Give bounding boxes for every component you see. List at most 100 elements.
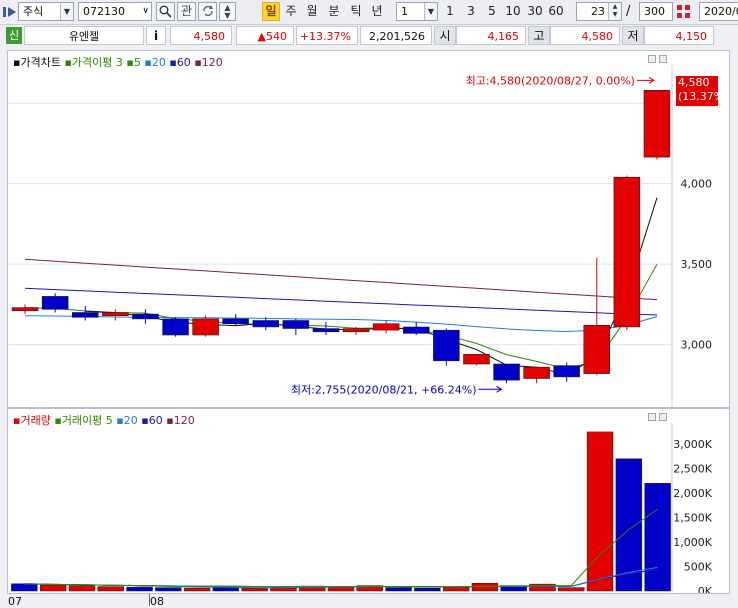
volume-bar [385,587,412,592]
chevron-down-icon[interactable]: ▼ [424,3,437,20]
candle [11,307,39,312]
volume-bar [68,585,96,592]
interval-60[interactable]: 60 [546,2,566,21]
candle [553,365,580,378]
price-change: ▲540 [236,26,294,45]
interval-select[interactable]: 1 ▼ [396,2,438,21]
period-tick[interactable]: 틱 [347,2,365,21]
y-tick-label: 3,000K [673,438,712,451]
volume-chart[interactable]: 3,000K 2,500K 2,000K 1,500K 1,000K 500K 0K [8,409,729,593]
volume-bar [39,584,67,592]
period-week[interactable]: 주 [282,2,300,21]
interval-1[interactable]: 1 [443,2,457,21]
interval-30[interactable]: 30 [525,2,545,21]
total-count-value: 300 [644,5,665,18]
candle [433,329,460,362]
candle [222,318,249,324]
inquiry-button[interactable]: 관 [177,2,196,21]
high-price: 4,580 [550,26,620,45]
interval-3[interactable]: 3 [464,2,478,21]
candle [342,328,370,333]
toolbar: 주식 ▼ 072130 ∨ 관 ▲ ▼ 일 주 월 분 틱 년 1 ▼ 1 3 5… [0,0,738,25]
view-count-input[interactable]: 23 ▲ ▼ [576,2,622,21]
volume-bar [11,583,38,592]
y-tick-label: 3,000 [681,339,713,352]
low-label: 저 [622,26,644,45]
ma60-line [24,287,658,316]
y-tick-label: 2,000K [673,487,712,500]
stepper-button[interactable]: ▲ ▼ [219,2,236,21]
candle [72,312,99,318]
quote-bar: 신 유엔젤 i 4,580 ▲540 +13.37% 2,201,526 시 4… [0,25,738,46]
y-tick-label: 500K [684,561,713,574]
panel-icon[interactable] [3,6,17,18]
candle [312,328,340,333]
y-tick-label: 4,000 [681,178,713,191]
candle [282,320,310,329]
vma120-line [24,569,658,588]
low-annotation: 최저:2,755(2020/08/21, +66.24%) [291,383,477,396]
grid-settings-icon[interactable] [676,4,692,20]
market-select[interactable]: 주식 ▼ [18,2,74,21]
x-axis-label-07: 07 [8,595,22,608]
interval-10[interactable]: 10 [503,2,523,21]
volume-bar [183,587,211,592]
sync-button[interactable] [198,2,217,21]
info-button[interactable]: i [146,26,166,45]
candle [372,323,400,331]
volume-bar [155,587,182,592]
date-input[interactable]: 2020/08/27 [699,2,738,21]
x-axis-tick-08 [149,594,150,606]
last-price-pct: (13.37%) [678,90,729,103]
y-tick-label: 1,500K [673,512,712,525]
candle [402,326,430,334]
candle [463,353,490,365]
last-price-marker: 4,580 (13.37%) [676,76,729,106]
volume-chart-panel: ▪거래량 ▪거래이평 5 ▪20 ▪60 ▪120 3,000K 2,500K 2,… [7,408,730,594]
price-chart-panel: ▪가격차트 ▪가격이평 3 ▪5 ▪20 ▪60 ▪120 4,000 3,500… [7,50,730,408]
period-month[interactable]: 월 [303,2,321,21]
volume-bar [586,431,614,592]
slash-separator: / [626,4,631,19]
vma20-line [24,566,658,588]
current-price: 4,580 [170,26,232,45]
period-minute[interactable]: 분 [325,2,343,21]
period-day[interactable]: 일 [262,2,280,21]
new-listing-badge: 신 [6,27,22,44]
refresh-icon [202,5,213,17]
chevron-down-icon[interactable]: ▼ [60,3,73,20]
open-price: 4,165 [456,26,526,45]
high-label: 고 [528,26,550,45]
open-label: 시 [434,26,456,45]
candle [162,318,189,336]
spinner-icon[interactable]: ▲ ▼ [608,3,621,20]
candle [132,313,159,320]
volume-bar [126,586,153,592]
interval-value: 1 [401,5,408,18]
period-year[interactable]: 년 [368,2,386,21]
chevron-down-icon[interactable]: ∨ [142,3,149,20]
candle [583,324,610,374]
stock-name: 유엔젤 [24,26,144,45]
volume-bar [644,483,671,592]
candle [643,89,671,158]
volume: 2,201,526 [360,26,432,45]
price-chart[interactable]: 4,000 3,500 3,000 최고:4,580(2020/08/27, 0.00… [8,51,729,407]
y-tick-label: 0K [698,585,713,593]
market-select-value: 주식 [23,5,44,18]
candle [523,366,550,379]
candle [252,320,280,328]
vma5-line [24,508,658,589]
search-button[interactable] [156,2,175,21]
interval-5[interactable]: 5 [485,2,499,21]
view-count-value: 23 [591,5,605,18]
y-tick-label: 3,500 [681,258,713,271]
vma60-line [24,569,658,588]
low-price: 4,150 [644,26,714,45]
ma120-line [24,258,658,301]
candle [102,312,129,317]
volume-bar [442,586,470,592]
stock-code-input[interactable]: 072130 ∨ [78,2,152,21]
volume-bar [97,586,124,592]
total-count-input[interactable]: 300 [639,2,673,21]
